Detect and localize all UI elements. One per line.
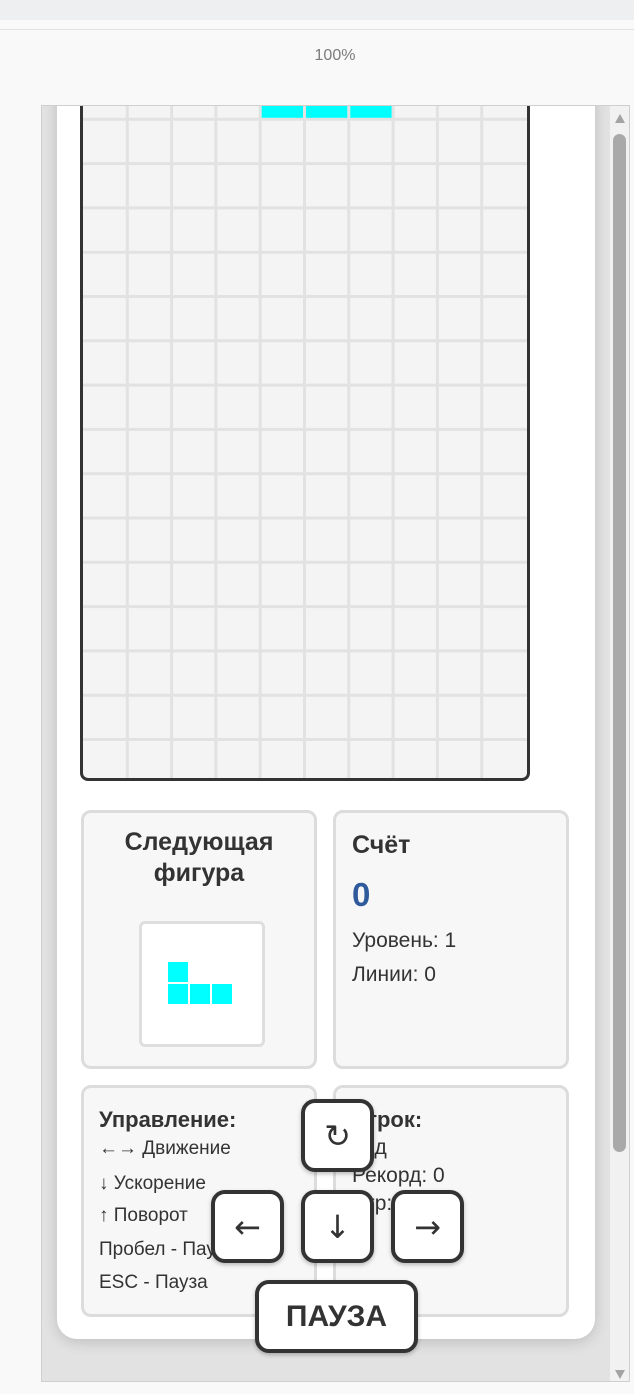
move-left-button[interactable]: ← [211, 1190, 284, 1263]
move-right-button[interactable]: → [391, 1190, 464, 1263]
control-hint-esc: ESC - Пауза [99, 1272, 208, 1293]
control-hint-move: ←→ Движение [99, 1138, 231, 1159]
next-piece-preview [139, 921, 265, 1047]
scroll-down-arrow-icon[interactable] [615, 1370, 625, 1379]
next-piece-block [167, 961, 189, 983]
soft-drop-button[interactable]: ↓ [301, 1190, 374, 1263]
browser-toolbar [0, 0, 634, 20]
score-panel: Счёт 0 Уровень: 1 Линии: 0 [333, 810, 569, 1069]
game-board [80, 106, 530, 781]
next-piece-block [189, 983, 211, 1005]
toolbar-divider [0, 29, 634, 30]
vertical-scrollbar[interactable] [610, 106, 629, 1381]
lines-value: Линии: 0 [352, 963, 436, 986]
score-title: Счёт [352, 831, 411, 859]
next-piece-block [167, 983, 189, 1005]
score-value: 0 [352, 876, 371, 913]
control-hint-drop: ↓ Ускорение [99, 1173, 206, 1194]
next-piece-title: Следующая фигура [124, 828, 274, 887]
controls-title: Управление: [99, 1107, 237, 1132]
rotate-button[interactable]: ↻ [301, 1099, 374, 1172]
zoom-level: 100% [314, 47, 356, 64]
pause-button[interactable]: ПАУЗА [255, 1280, 418, 1353]
level-value: Уровень: 1 [352, 929, 457, 952]
active-piece-block [306, 106, 348, 118]
scrollbar-thumb[interactable] [613, 134, 626, 1152]
active-piece-block [350, 106, 392, 118]
board-grid [83, 106, 527, 778]
control-hint-rotate: ↑ Поворот [99, 1205, 188, 1226]
scroll-up-arrow-icon[interactable] [615, 114, 625, 123]
active-piece-block [261, 106, 303, 118]
next-piece-panel: Следующая фигура [81, 810, 317, 1069]
next-piece-block [211, 983, 233, 1005]
